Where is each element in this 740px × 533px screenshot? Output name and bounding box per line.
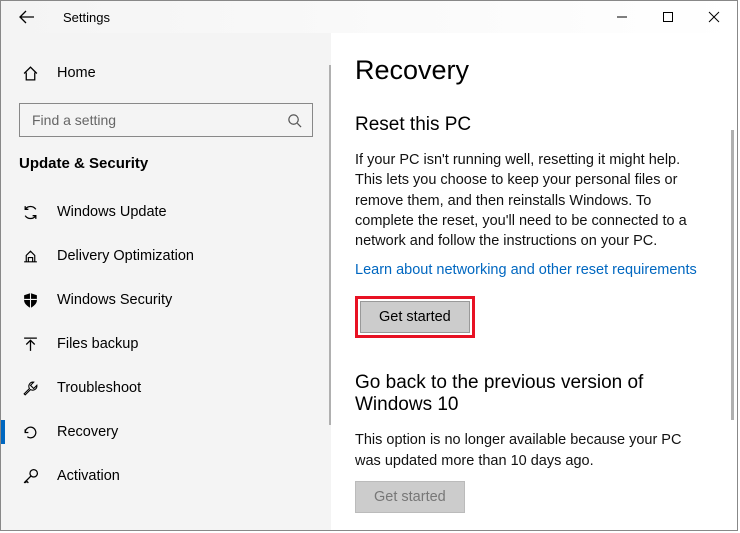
home-label: Home: [57, 65, 96, 81]
back-button[interactable]: [9, 1, 45, 33]
window-controls: [599, 1, 737, 33]
search-box[interactable]: [19, 103, 313, 137]
search-icon: [287, 113, 302, 128]
reset-description: If your PC isn't running well, resetting…: [355, 150, 707, 251]
page-title: Recovery: [355, 55, 707, 86]
minimize-button[interactable]: [599, 1, 645, 33]
wrench-icon: [19, 380, 41, 397]
sidebar-item-label: Windows Security: [57, 292, 172, 308]
maximize-icon: [662, 11, 674, 23]
search-input[interactable]: [30, 111, 287, 129]
goback-description: This option is no longer available becau…: [355, 430, 707, 471]
shield-icon: [19, 292, 41, 309]
sidebar-item-delivery-optimization[interactable]: Delivery Optimization: [1, 234, 331, 278]
arrow-left-icon: [19, 9, 35, 25]
sidebar-item-recovery[interactable]: Recovery: [1, 410, 331, 454]
content-scrollbar[interactable]: [731, 130, 734, 420]
backup-icon: [19, 336, 41, 353]
highlight-annotation: Get started: [355, 296, 475, 338]
sidebar-item-label: Troubleshoot: [57, 380, 141, 396]
home-icon: [19, 65, 41, 82]
sidebar: Home Update & Security Windows Update: [1, 33, 331, 530]
delivery-icon: [19, 248, 41, 265]
sidebar-item-label: Activation: [57, 468, 120, 484]
titlebar: Settings: [1, 1, 737, 33]
key-icon: [19, 468, 41, 485]
close-button[interactable]: [691, 1, 737, 33]
section-title: Update & Security: [1, 155, 331, 172]
goback-heading: Go back to the previous version of Windo…: [355, 372, 707, 416]
minimize-icon: [616, 11, 628, 23]
reset-get-started-button[interactable]: Get started: [360, 301, 470, 333]
sync-icon: [19, 204, 41, 221]
close-icon: [708, 11, 720, 23]
sidebar-item-files-backup[interactable]: Files backup: [1, 322, 331, 366]
sidebar-item-label: Recovery: [57, 424, 118, 440]
sidebar-item-label: Delivery Optimization: [57, 248, 194, 264]
content-pane: Recovery Reset this PC If your PC isn't …: [331, 33, 737, 530]
sidebar-item-windows-update[interactable]: Windows Update: [1, 190, 331, 234]
recovery-icon: [19, 424, 41, 441]
reset-learn-link[interactable]: Learn about networking and other reset r…: [355, 262, 697, 278]
sidebar-item-windows-security[interactable]: Windows Security: [1, 278, 331, 322]
window-title: Settings: [63, 10, 110, 25]
sidebar-item-label: Files backup: [57, 336, 138, 352]
settings-window: Settings Home: [0, 0, 738, 531]
sidebar-item-activation[interactable]: Activation: [1, 454, 331, 498]
home-nav[interactable]: Home: [1, 53, 331, 93]
reset-heading: Reset this PC: [355, 114, 707, 136]
sidebar-item-troubleshoot[interactable]: Troubleshoot: [1, 366, 331, 410]
maximize-button[interactable]: [645, 1, 691, 33]
sidebar-item-label: Windows Update: [57, 204, 167, 220]
goback-get-started-button: Get started: [355, 481, 465, 513]
nav-list: Windows Update Delivery Optimization Win…: [1, 190, 331, 498]
